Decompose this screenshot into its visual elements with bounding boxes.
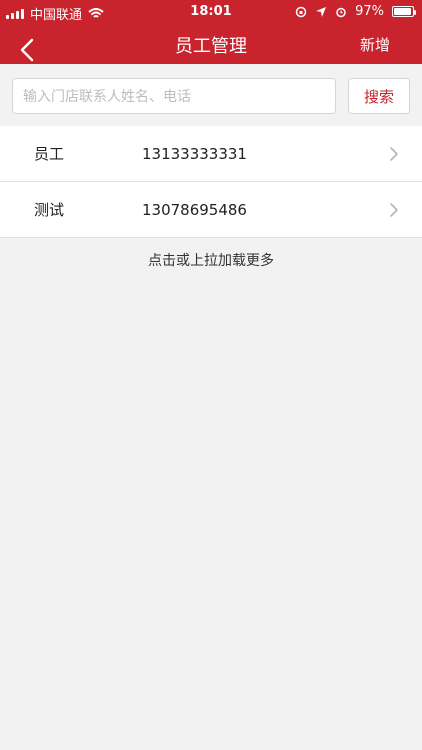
search-button[interactable]: 搜索 (348, 78, 410, 114)
chevron-right-icon (390, 203, 398, 217)
location-icon (316, 6, 327, 17)
status-bar: 中国联通 18:01 97% (0, 0, 422, 24)
add-button[interactable]: 新增 (360, 34, 390, 55)
employee-phone: 13133333331 (142, 144, 247, 163)
search-input[interactable] (12, 78, 336, 114)
employee-phone: 13078695486 (142, 200, 247, 219)
status-right: 97% (295, 4, 416, 19)
alarm-icon (336, 7, 346, 17)
employee-name: 测试 (34, 201, 65, 219)
employee-name: 员工 (34, 145, 65, 163)
list-item[interactable]: 测试 13078695486 (0, 182, 422, 238)
battery-percent: 97% (355, 4, 384, 19)
rotation-lock-icon (295, 6, 307, 17)
load-more-link[interactable]: 点击或上拉加载更多 (0, 250, 422, 270)
chevron-right-icon (390, 147, 398, 161)
list-item[interactable]: 员工 13133333331 (0, 126, 422, 182)
search-bar: 搜索 (0, 64, 422, 126)
page-title: 员工管理 (175, 36, 247, 57)
employee-list: 员工 13133333331 测试 13078695486 (0, 126, 422, 238)
battery-icon (392, 6, 416, 17)
